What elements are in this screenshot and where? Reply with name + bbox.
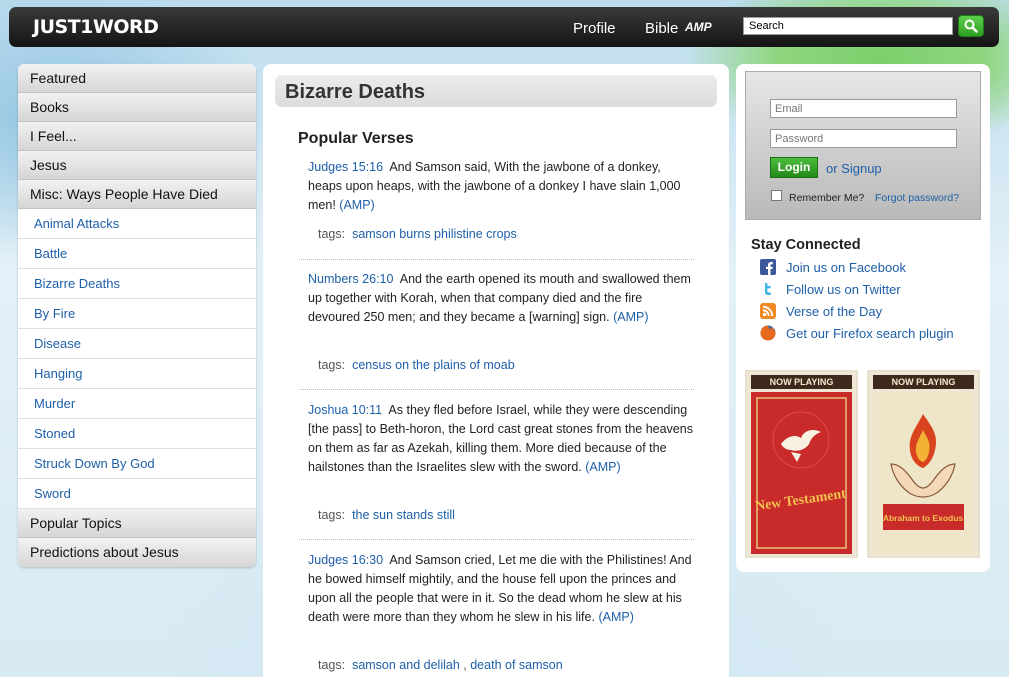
now-playing-poster[interactable]: NOW PLAYING Abraham to Exodus — [867, 370, 980, 558]
verse-tags: tags: the sun stands still — [318, 508, 455, 522]
remember-me-label: Remember Me? — [789, 192, 865, 204]
sidebar-category-predictions-about-jesus[interactable]: Predictions about Jesus — [18, 538, 256, 567]
sidebar-item-bizarre-deaths[interactable]: Bizarre Deaths — [18, 269, 256, 299]
sidebar-category-jesus[interactable]: Jesus — [18, 151, 256, 180]
verse-tags: tags: census on the plains of moab — [318, 358, 515, 372]
social-link-firefox-plugin[interactable]: Get our Firefox search plugin — [760, 324, 954, 342]
verse-item: Judges 15:16 And Samson said, With the j… — [308, 158, 694, 215]
verse-divider — [299, 389, 694, 390]
tag-separator: , — [463, 658, 467, 672]
sidebar-item-animal-attacks[interactable]: Animal Attacks — [18, 209, 256, 239]
now-playing-badge: NOW PLAYING — [873, 375, 974, 389]
facebook-icon — [760, 259, 776, 275]
tag-link[interactable]: samson and delilah — [352, 658, 460, 672]
sidebar-item-struck-down-by-god[interactable]: Struck Down By God — [18, 449, 256, 479]
tags-label: tags: — [318, 508, 346, 522]
tag-link[interactable]: census on the plains of moab — [352, 358, 515, 372]
top-navigation-bar: JUST1WORD Profile Bible AMP — [9, 7, 999, 47]
login-button[interactable]: Login — [770, 157, 818, 178]
verse-amp-link[interactable]: (AMP) — [613, 310, 648, 324]
sidebar-item-murder[interactable]: Murder — [18, 389, 256, 419]
tags-label: tags: — [318, 658, 346, 672]
remember-me-checkbox[interactable] — [771, 190, 782, 201]
verse-reference-link[interactable]: Judges 16:30 — [308, 553, 383, 567]
verse-amp-link[interactable]: (AMP) — [598, 610, 633, 624]
verse-item: Joshua 10:11 As they fled before Israel,… — [308, 401, 694, 477]
forgot-password-link[interactable]: Forgot password? — [875, 192, 959, 204]
verse-amp-link[interactable]: (AMP) — [339, 198, 374, 212]
verse-reference-link[interactable]: Joshua 10:11 — [308, 403, 382, 417]
abraham-to-exodus-poster-art: Abraham to Exodus — [873, 392, 974, 554]
verse-divider — [299, 259, 694, 260]
tag-link[interactable]: death of samson — [470, 658, 562, 672]
signup-link[interactable]: or Signup — [826, 161, 882, 176]
tag-link[interactable]: the sun stands still — [352, 508, 455, 522]
social-link-facebook[interactable]: Join us on Facebook — [760, 258, 906, 276]
social-link-label: Join us on Facebook — [786, 259, 906, 275]
nav-profile-link[interactable]: Profile — [573, 20, 616, 37]
social-link-label: Get our Firefox search plugin — [786, 325, 954, 341]
sidebar-item-by-fire[interactable]: By Fire — [18, 299, 256, 329]
rss-icon — [760, 303, 776, 319]
search-input[interactable] — [743, 17, 953, 35]
now-playing-poster[interactable]: NOW PLAYING New Testament — [745, 370, 858, 558]
search-button[interactable] — [958, 15, 984, 37]
sidebar-category-books[interactable]: Books — [18, 93, 256, 122]
verse-divider — [299, 539, 694, 540]
nav-amp-version[interactable]: AMP — [685, 20, 712, 34]
nav-bible-link[interactable]: Bible — [645, 20, 678, 37]
sidebar-category-i-feel[interactable]: I Feel... — [18, 122, 256, 151]
sidebar-item-battle[interactable]: Battle — [18, 239, 256, 269]
verse-item: Numbers 26:10 And the earth opened its m… — [308, 270, 694, 327]
sidebar-item-hanging[interactable]: Hanging — [18, 359, 256, 389]
sidebar-item-stoned[interactable]: Stoned — [18, 419, 256, 449]
verse-tags: tags: samson and delilah , death of sams… — [318, 658, 563, 672]
verse-item: Judges 16:30 And Samson cried, Let me di… — [308, 551, 694, 627]
email-field[interactable] — [770, 99, 957, 118]
tags-label: tags: — [318, 358, 346, 372]
poster-title-text: Abraham to Exodus — [883, 513, 964, 523]
right-column: Login or Signup Remember Me? Forgot pass… — [736, 64, 990, 572]
new-testament-poster-art: New Testament — [751, 392, 852, 554]
social-link-verse-of-the-day[interactable]: Verse of the Day — [760, 302, 882, 320]
section-title-popular-verses: Popular Verses — [298, 130, 414, 147]
social-link-twitter[interactable]: Follow us on Twitter — [760, 280, 901, 298]
site-logo[interactable]: JUST1WORD — [33, 16, 159, 38]
twitter-icon — [760, 281, 776, 297]
sidebar-category-popular-topics[interactable]: Popular Topics — [18, 509, 256, 538]
firefox-icon — [760, 325, 776, 341]
verse-reference-link[interactable]: Numbers 26:10 — [308, 272, 393, 286]
verse-amp-link[interactable]: (AMP) — [585, 460, 620, 474]
verse-reference-link[interactable]: Judges 15:16 — [308, 160, 383, 174]
password-field[interactable] — [770, 129, 957, 148]
verse-tags: tags: samson burns philistine crops — [318, 227, 517, 241]
sidebar-category-featured[interactable]: Featured — [18, 64, 256, 93]
search-icon — [964, 19, 978, 33]
social-link-label: Verse of the Day — [786, 303, 883, 319]
social-link-label: Follow us on Twitter — [786, 281, 901, 297]
login-form: Login or Signup Remember Me? Forgot pass… — [745, 71, 981, 220]
tags-label: tags: — [318, 227, 346, 241]
stay-connected-title: Stay Connected — [751, 237, 861, 253]
sidebar-item-disease[interactable]: Disease — [18, 329, 256, 359]
page-title: Bizarre Deaths — [285, 81, 426, 103]
tag-link[interactable]: samson burns philistine crops — [352, 227, 517, 241]
sidebar-category-misc-ways-people-have-died[interactable]: Misc: Ways People Have Died — [18, 180, 256, 209]
main-content-panel: Bizarre Deaths Popular Verses Judges 15:… — [263, 64, 729, 677]
category-sidebar: Featured Books I Feel... Jesus Misc: Way… — [18, 64, 256, 567]
topic-header: Bizarre Deaths — [275, 75, 717, 107]
sidebar-item-sword[interactable]: Sword — [18, 479, 256, 509]
now-playing-badge: NOW PLAYING — [751, 375, 852, 389]
